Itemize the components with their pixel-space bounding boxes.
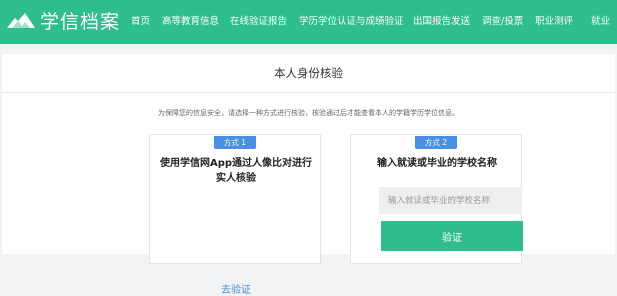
brand-logo[interactable]: 学信档案 <box>0 0 120 44</box>
method-2-badge: 方式 2 <box>415 136 457 149</box>
brand-logo-icon <box>7 13 35 28</box>
identity-verification-panel: 本人身份核验 为保障您的信息安全，请选择一种方式进行核验，核验通过后才能查看本人… <box>2 54 615 296</box>
school-name-input[interactable] <box>379 187 522 214</box>
method-2-card: 方式 2 输入就读或毕业的学校名称 验证 <box>350 134 523 264</box>
nav-employment[interactable]: 就业 <box>591 0 610 44</box>
nav-higher-education[interactable]: 高等教育信息 <box>162 0 219 44</box>
top-nav-bar: 学信档案 首页 高等教育信息 在线验证报告 学历学位认证与成绩验证 出国报告发送… <box>0 0 617 44</box>
verify-button[interactable]: 验证 <box>381 221 523 251</box>
title-divider <box>2 92 615 93</box>
method-1-card: 方式 1 使用学信网App通过人像比对进行实人核验 去验证 <box>149 134 321 296</box>
method-1-badge: 方式 1 <box>214 136 256 149</box>
nav-home[interactable]: 首页 <box>131 0 150 44</box>
method-1-title: 使用学信网App通过人像比对进行实人核验 <box>159 158 313 184</box>
nav-survey-vote[interactable]: 调查/投票 <box>482 0 523 44</box>
page-title: 本人身份核验 <box>274 66 343 80</box>
security-notice: 为保障您的信息安全，请选择一种方式进行核验，核验通过后才能查看本人的学籍学历学位… <box>158 109 459 117</box>
go-verify-link[interactable]: 去验证 <box>150 281 322 296</box>
nav-online-verification[interactable]: 在线验证报告 <box>230 0 287 44</box>
brand-name: 学信档案 <box>40 11 121 33</box>
nav-career-assessment[interactable]: 职业测评 <box>535 0 573 44</box>
nav-degree-certification[interactable]: 学历学位认证与成绩验证 <box>299 0 404 44</box>
nav-abroad-report[interactable]: 出国报告发送 <box>413 0 470 44</box>
method-2-title: 输入就读或毕业的学校名称 <box>377 158 497 169</box>
